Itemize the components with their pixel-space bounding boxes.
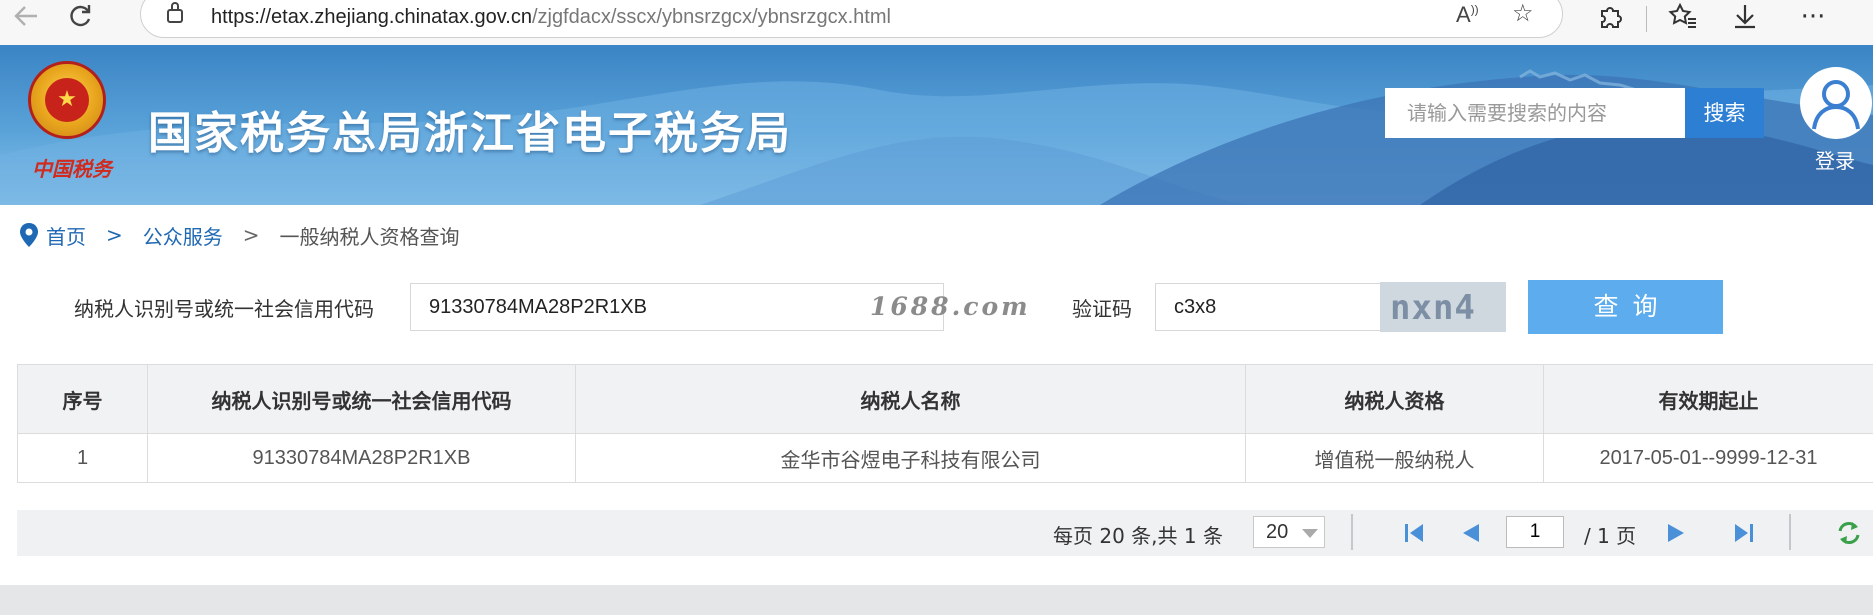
url-text[interactable]: https://etax.zhejiang.chinatax.gov.cn/zj… bbox=[211, 6, 891, 29]
cell-name: 金华市谷煜电子科技有限公司 bbox=[575, 433, 1246, 483]
captcha-image[interactable]: nxn4 bbox=[1380, 282, 1506, 332]
star-icon[interactable]: ☆ bbox=[1512, 0, 1534, 27]
favorites-icon[interactable] bbox=[1665, 2, 1701, 37]
cell-validity: 2017-05-01--9999-12-31 bbox=[1543, 433, 1873, 483]
page-number-input[interactable] bbox=[1506, 516, 1564, 548]
breadcrumb-separator: > bbox=[106, 223, 123, 247]
back-arrow-icon[interactable] bbox=[6, 0, 46, 32]
captcha-input[interactable] bbox=[1155, 283, 1381, 331]
url-path: /zjgfdacx/sscx/ybnsrzgcx/ybnsrzgcx.html bbox=[531, 6, 891, 28]
cell-index: 1 bbox=[17, 433, 148, 483]
browser-toolbar: https://etax.zhejiang.chinatax.gov.cn/zj… bbox=[0, 0, 1873, 45]
login-link[interactable]: 登录 bbox=[1815, 145, 1855, 174]
toolbar-divider bbox=[1646, 6, 1647, 32]
total-pages: / 1 页 bbox=[1584, 524, 1637, 548]
captcha-image-text: nxn4 bbox=[1390, 288, 1476, 328]
read-aloud-icon[interactable]: A)) bbox=[1456, 2, 1479, 28]
location-pin-icon bbox=[20, 223, 38, 247]
breadcrumb: 首页 > 公众服务 > 一般纳税人资格查询 bbox=[18, 220, 460, 250]
pager-divider bbox=[1789, 514, 1791, 550]
column-header-index: 序号 bbox=[17, 364, 148, 434]
breadcrumb-public-services[interactable]: 公众服务 bbox=[143, 221, 223, 250]
column-header-validity: 有效期起止 bbox=[1543, 364, 1873, 434]
result-table: 序号 纳税人识别号或统一社会信用代码 纳税人名称 纳税人资格 有效期起止 1 9… bbox=[17, 364, 1873, 483]
tax-logo-caption: 中国税务 bbox=[32, 157, 112, 181]
column-header-taxpayer-id: 纳税人识别号或统一社会信用代码 bbox=[147, 364, 576, 434]
taxpayer-id-input[interactable] bbox=[410, 283, 944, 331]
page-size-value: 20 bbox=[1266, 521, 1289, 543]
search-button[interactable]: 搜索 bbox=[1685, 88, 1764, 138]
breadcrumb-separator: > bbox=[242, 223, 260, 247]
star-icon: ★ bbox=[45, 78, 89, 122]
previous-page-icon[interactable] bbox=[1457, 519, 1485, 547]
pagination-info: 每页 20 条,共 1 条 bbox=[1053, 524, 1223, 548]
puzzle-icon[interactable] bbox=[1592, 2, 1628, 37]
watermark-text: 1688.com bbox=[870, 292, 1031, 321]
refresh-icon[interactable] bbox=[1835, 519, 1863, 547]
first-page-icon[interactable] bbox=[1401, 519, 1429, 547]
query-button[interactable]: 查询 bbox=[1528, 280, 1723, 334]
pager-divider bbox=[1351, 514, 1353, 550]
next-page-icon[interactable] bbox=[1662, 519, 1690, 547]
lock-icon[interactable] bbox=[167, 2, 183, 23]
header-banner: ★ 中国税务 国家税务总局浙江省电子税务局 搜索 登录 bbox=[0, 45, 1873, 205]
table-header-row: 序号 纳税人识别号或统一社会信用代码 纳税人名称 纳税人资格 有效期起止 bbox=[17, 364, 1873, 434]
breadcrumb-current: 一般纳税人资格查询 bbox=[279, 224, 460, 249]
download-icon[interactable] bbox=[1727, 2, 1763, 37]
page-size-select[interactable]: 20 bbox=[1253, 516, 1325, 548]
taxpayer-id-label: 纳税人识别号或统一社会信用代码 bbox=[74, 297, 374, 321]
breadcrumb-home[interactable]: 首页 bbox=[46, 221, 86, 250]
page-footer-strip bbox=[0, 585, 1873, 615]
column-header-name: 纳税人名称 bbox=[575, 364, 1246, 434]
table-row: 1 91330784MA28P2R1XB 金华市谷煜电子科技有限公司 增值税一般… bbox=[17, 433, 1873, 483]
address-bar[interactable]: https://etax.zhejiang.chinatax.gov.cn/zj… bbox=[140, 0, 1563, 38]
pagination-bar: 每页 20 条,共 1 条 20 / 1 页 bbox=[17, 510, 1873, 556]
captcha-label: 验证码 bbox=[1072, 297, 1132, 321]
national-emblem-logo: ★ bbox=[28, 61, 106, 139]
chevron-down-icon bbox=[1302, 529, 1318, 538]
user-icon[interactable] bbox=[1800, 67, 1872, 139]
more-icon[interactable]: ··· bbox=[1795, 2, 1831, 32]
last-page-icon[interactable] bbox=[1729, 519, 1757, 547]
cell-taxpayer-id: 91330784MA28P2R1XB bbox=[147, 433, 576, 483]
url-host: https://etax.zhejiang.chinatax.gov.cn bbox=[211, 6, 532, 28]
column-header-qualification: 纳税人资格 bbox=[1245, 364, 1544, 434]
search-input[interactable] bbox=[1385, 88, 1685, 138]
site-title: 国家税务总局浙江省电子税务局 bbox=[148, 108, 792, 159]
cell-qualification: 增值税一般纳税人 bbox=[1245, 433, 1544, 483]
refresh-icon[interactable] bbox=[60, 0, 100, 32]
